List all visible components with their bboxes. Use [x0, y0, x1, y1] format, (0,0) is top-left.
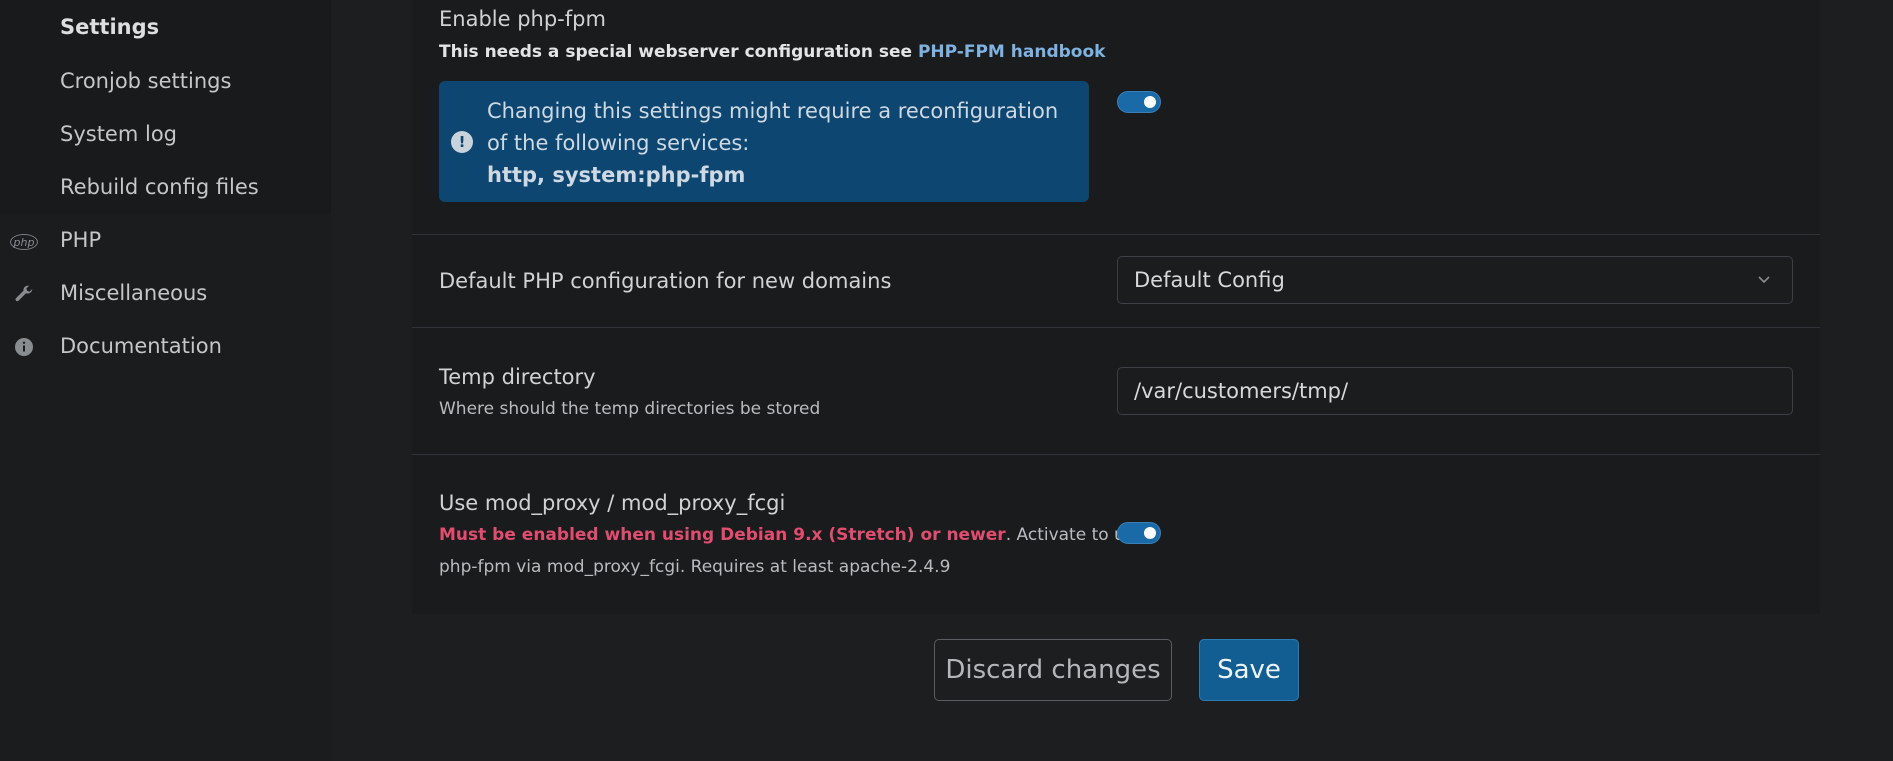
temp-directory-input[interactable]: /var/customers/tmp/: [1117, 367, 1793, 415]
default-php-config-select[interactable]: Default Config: [1117, 256, 1793, 304]
toggle-knob: [1144, 96, 1156, 108]
temp-directory-description: Where should the temp directories be sto…: [439, 399, 821, 419]
phpfpm-label: Enable php-fpm: [439, 7, 606, 31]
row-divider: [412, 454, 1820, 455]
select-value: Default Config: [1134, 268, 1285, 292]
toggle-knob: [1144, 527, 1156, 539]
mod-proxy-description-line2: php-fpm via mod_proxy_fcgi. Requires at …: [439, 557, 951, 577]
phpfpm-toggle[interactable]: [1117, 91, 1161, 113]
alert-text: Changing this settings might require a r…: [487, 99, 1059, 155]
default-php-config-label: Default PHP configuration for new domain…: [439, 269, 892, 293]
phpfpm-desc-text: This needs a special webserver configura…: [439, 42, 918, 62]
chevron-down-icon: [1756, 271, 1772, 291]
row-divider: [412, 327, 1820, 328]
sidebar-item-label: Documentation: [60, 334, 222, 358]
mod-proxy-description-line1: Must be enabled when using Debian 9.x (S…: [439, 525, 1144, 545]
mod-proxy-label: Use mod_proxy / mod_proxy_fcgi: [439, 491, 786, 515]
input-value: /var/customers/tmp/: [1134, 379, 1349, 403]
alert-message: Changing this settings might require a r…: [487, 95, 1077, 191]
save-button[interactable]: Save: [1199, 639, 1299, 701]
sidebar-item-cronjob-settings[interactable]: Cronjob settings: [60, 69, 231, 93]
sidebar-item-label: PHP: [60, 228, 102, 252]
temp-directory-label: Temp directory: [439, 365, 596, 389]
row-divider: [412, 234, 1820, 235]
sidebar-item-settings[interactable]: Settings: [60, 15, 159, 39]
wrench-icon: [10, 282, 38, 306]
mod-proxy-warning: Must be enabled when using Debian 9.x (S…: [439, 525, 1006, 545]
info-icon: [10, 335, 38, 359]
alert-services: http, system:php-fpm: [487, 163, 746, 187]
sidebar-item-rebuild-config-files[interactable]: Rebuild config files: [60, 175, 259, 199]
sidebar-item-label: Miscellaneous: [60, 281, 208, 305]
reconfiguration-alert: ! Changing this settings might require a…: [439, 81, 1089, 202]
mod-proxy-toggle[interactable]: [1117, 522, 1161, 544]
phpfpm-handbook-link[interactable]: PHP-FPM handbook: [918, 42, 1106, 62]
sidebar-item-system-log[interactable]: System log: [60, 122, 177, 146]
php-icon: php: [10, 234, 38, 250]
settings-submenu: Settings Cronjob settings System log Reb…: [0, 0, 331, 214]
discard-changes-button[interactable]: Discard changes: [934, 639, 1172, 701]
exclamation-icon: !: [451, 131, 473, 153]
phpfpm-description: This needs a special webserver configura…: [439, 42, 1105, 62]
sidebar: Settings Cronjob settings System log Reb…: [0, 0, 331, 761]
